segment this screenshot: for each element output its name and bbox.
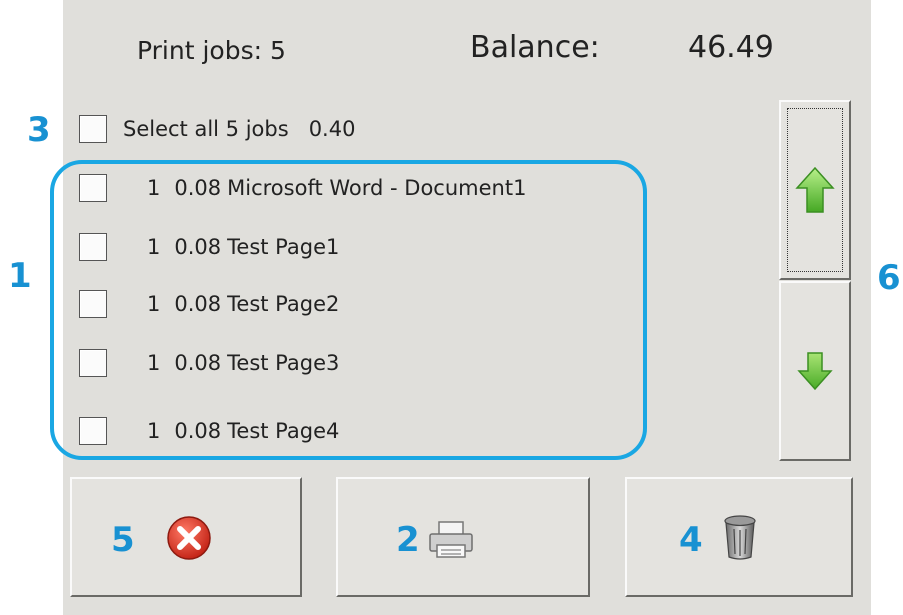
callout-delete: 4 bbox=[679, 520, 703, 560]
callout-print: 2 bbox=[396, 520, 420, 560]
delete-button[interactable] bbox=[625, 477, 853, 597]
select-all-row[interactable]: Select all 5 jobs 0.40 bbox=[79, 111, 355, 147]
trash-can-icon bbox=[724, 515, 756, 560]
cancel-button[interactable] bbox=[70, 477, 302, 597]
print-button[interactable] bbox=[336, 477, 590, 597]
callout-scroll: 6 bbox=[877, 258, 901, 298]
scroll-down-button[interactable] bbox=[779, 281, 851, 461]
arrow-down-icon bbox=[797, 352, 833, 391]
cancel-x-icon bbox=[167, 516, 211, 560]
print-jobs-count: Print jobs: 5 bbox=[137, 36, 286, 65]
job-list-highlight bbox=[50, 160, 647, 460]
balance-label: Balance: bbox=[470, 30, 600, 65]
printer-icon bbox=[429, 521, 473, 558]
arrow-up-icon bbox=[795, 166, 835, 213]
callout-job-list: 1 bbox=[8, 256, 32, 296]
callout-select-all: 3 bbox=[27, 110, 51, 150]
balance-value: 46.49 bbox=[688, 30, 774, 65]
select-all-checkbox[interactable] bbox=[79, 115, 107, 143]
select-all-label: Select all 5 jobs 0.40 bbox=[123, 117, 356, 141]
callout-cancel: 5 bbox=[111, 520, 135, 560]
scroll-up-button[interactable] bbox=[779, 100, 851, 280]
